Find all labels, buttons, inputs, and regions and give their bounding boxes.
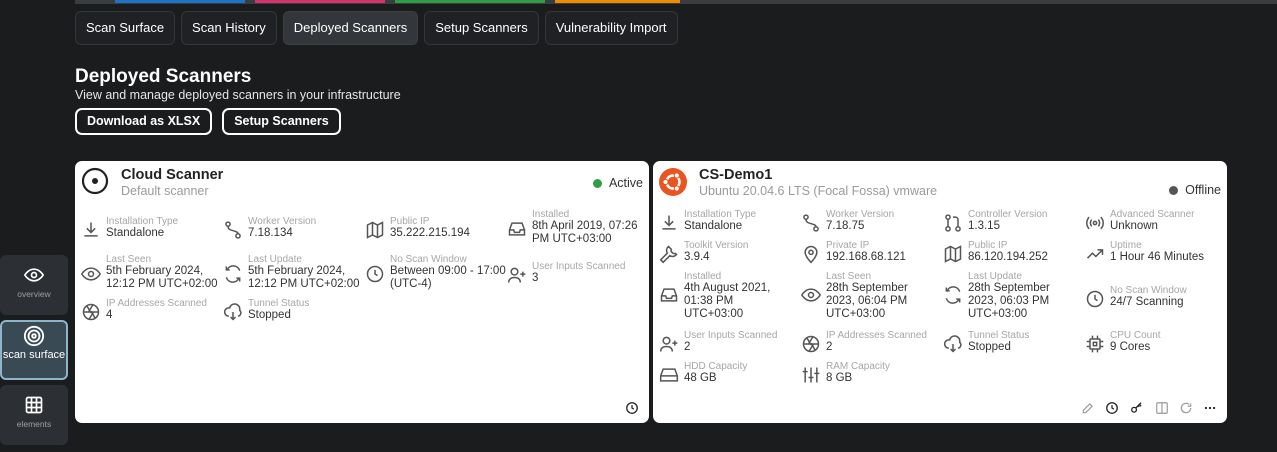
setup-scanners-button[interactable]: Setup Scanners (222, 108, 341, 135)
scanner-title: CS-Demo1 (699, 167, 773, 183)
pull-request-icon (945, 214, 961, 232)
grid-icon (25, 396, 43, 414)
rail-overview[interactable]: overview (0, 255, 68, 315)
columns-icon[interactable] (1155, 401, 1169, 415)
tab-setup-scanners[interactable]: Setup Scanners (424, 11, 539, 45)
clock-icon (366, 265, 384, 283)
target-icon (23, 325, 45, 347)
download-icon (662, 215, 676, 230)
rail-scan-surface[interactable]: scan surface (0, 320, 68, 380)
tab-bar: Scan Surface Scan History Deployed Scann… (75, 11, 678, 45)
trend-up-icon (1086, 249, 1104, 259)
eye-icon (81, 267, 101, 281)
clock-icon (1086, 290, 1104, 308)
aperture-icon (82, 303, 100, 321)
eye-icon (801, 288, 821, 302)
map-icon (366, 221, 384, 239)
download-icon (84, 222, 98, 237)
tab-scan-history[interactable]: Scan History (181, 11, 277, 45)
more-dots-icon[interactable] (1203, 401, 1217, 415)
status-badge: Offline (1169, 183, 1221, 197)
rail-scan-surface-label: scan surface (2, 349, 66, 361)
refresh-icon (945, 286, 961, 304)
rail-elements-label: elements (16, 419, 52, 429)
rail-elements[interactable]: elements (0, 385, 68, 445)
status-dot-icon (1169, 186, 1179, 195)
scanner-target-icon (81, 167, 109, 195)
ubuntu-logo-icon (659, 168, 687, 196)
tab-deployed-scanners[interactable]: Deployed Scanners (282, 11, 419, 45)
scanner-subtitle: Default scanner (121, 184, 209, 198)
scanner-card-cloud[interactable]: Cloud Scanner Default scanner Active Ins… (75, 161, 649, 423)
cloud-download-icon (223, 303, 242, 321)
scanner-subtitle: Ubuntu 20.04.6 LTS (Focal Fossa) vmware (699, 184, 938, 198)
top-color-bar (75, 0, 1277, 4)
key-icon[interactable] (1129, 401, 1145, 415)
inbox-icon (660, 288, 678, 302)
wrench-icon (659, 245, 678, 264)
edit-icon[interactable] (1081, 401, 1095, 415)
cpu-icon (1086, 335, 1104, 353)
broadcast-icon (1086, 216, 1104, 230)
page-subtitle: View and manage deployed scanners in you… (75, 88, 401, 102)
scanner-title: Cloud Scanner (121, 167, 224, 183)
user-plus-icon (507, 267, 526, 283)
eye-icon (24, 268, 44, 282)
status-dot-icon (592, 179, 602, 188)
status-badge: Active (592, 176, 643, 190)
hard-drive-icon (659, 368, 679, 382)
cloud-download-icon (943, 335, 962, 353)
refresh-icon (225, 265, 241, 283)
schedule-clock-icon[interactable] (1105, 401, 1119, 415)
download-xlsx-button[interactable]: Download as XLSX (75, 108, 213, 135)
schedule-clock-icon[interactable] (625, 401, 639, 415)
sliders-icon (802, 367, 820, 383)
branch-icon (803, 214, 819, 232)
refresh-icon[interactable] (1179, 401, 1193, 415)
aperture-icon (802, 335, 820, 353)
inbox-icon (508, 222, 526, 236)
user-plus-icon (659, 336, 678, 352)
branch-icon (225, 221, 241, 239)
location-pin-icon (804, 245, 818, 264)
scanner-card-cs-demo1[interactable]: CS-Demo1 Ubuntu 20.04.6 LTS (Focal Fossa… (653, 161, 1227, 423)
rail-overview-label: overview (17, 289, 51, 299)
page-title: Deployed Scanners (75, 66, 252, 87)
tab-vulnerability-import[interactable]: Vulnerability Import (544, 11, 678, 45)
map-icon (944, 245, 962, 263)
tab-scan-surface[interactable]: Scan Surface (75, 11, 176, 45)
